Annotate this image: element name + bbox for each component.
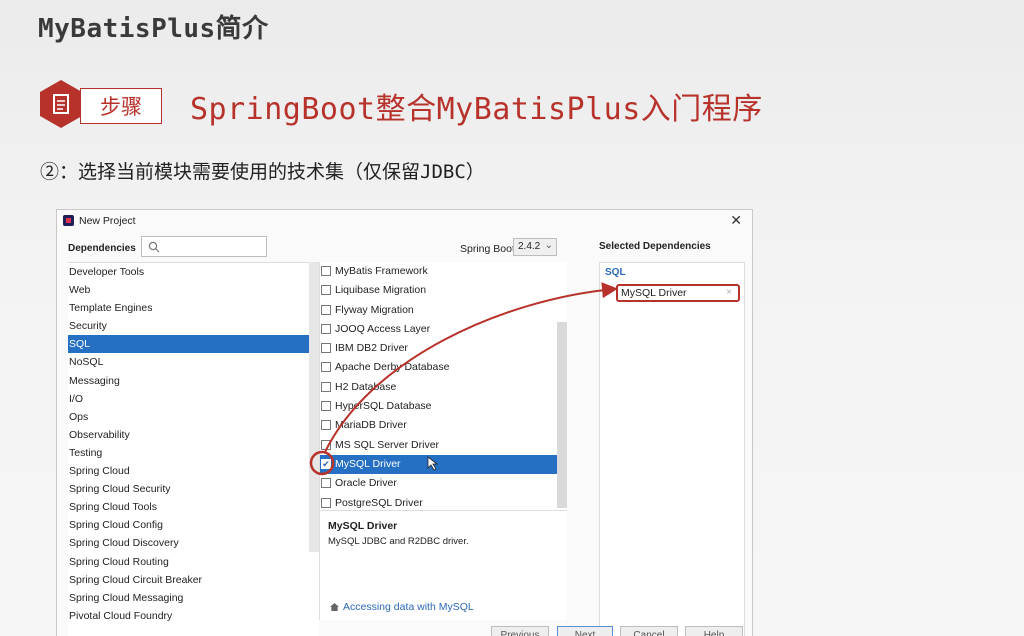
annotation-overlay <box>309 282 618 476</box>
annotation-arrow <box>324 282 618 453</box>
mouse-cursor-icon <box>427 456 439 471</box>
highlight-circle <box>309 450 335 476</box>
